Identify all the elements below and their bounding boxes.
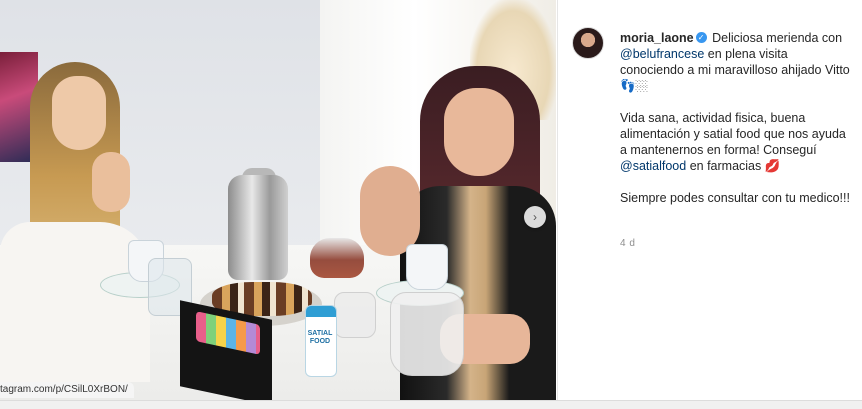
caption: moria_laone ✓ Deliciosa merienda con @bel… xyxy=(620,30,852,222)
face xyxy=(52,76,106,150)
caption-text: Deliciosa merienda con xyxy=(712,31,843,45)
person-left xyxy=(0,62,160,382)
mention-link[interactable]: @satialfood xyxy=(620,159,686,173)
jar-label: SATIAL FOOD xyxy=(307,330,333,345)
caption-text: en farmacias 💋 xyxy=(689,159,781,173)
post-timestamp[interactable]: 4 d xyxy=(620,238,635,249)
glass-teapot xyxy=(310,238,364,278)
caption-text: Vida sana, actividad fisica, buena alime… xyxy=(620,111,846,157)
mention-link[interactable]: @belufrancese xyxy=(620,47,704,61)
caption-panel: moria_laone ✓ Deliciosa merienda con @bel… xyxy=(557,0,862,408)
glass-bowl xyxy=(390,292,464,376)
face xyxy=(444,88,514,176)
url-text[interactable]: tagram.com/p/CSilL0XrBON/ xyxy=(0,382,134,398)
arm xyxy=(360,166,420,256)
username-link[interactable]: moria_laone xyxy=(620,31,694,45)
teacup xyxy=(406,244,448,290)
post-photo[interactable]: SATIAL FOOD › tagram.com/p/CSilL0XrBON/ xyxy=(0,0,556,400)
candle-jar xyxy=(334,292,376,338)
caption-text: Siempre podes consultar con tu medico!!! xyxy=(620,191,850,205)
next-photo-button[interactable]: › xyxy=(524,206,546,228)
verified-badge-icon: ✓ xyxy=(695,32,707,44)
coffee-pitcher xyxy=(228,175,288,280)
avatar[interactable] xyxy=(572,27,604,59)
hand xyxy=(92,152,130,212)
